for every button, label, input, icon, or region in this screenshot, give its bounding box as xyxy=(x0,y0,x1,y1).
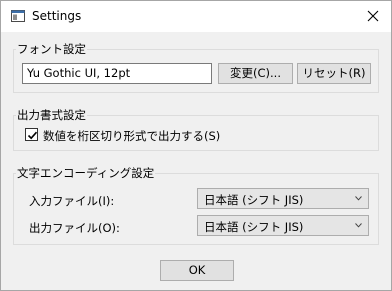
thousands-separator-checkbox[interactable] xyxy=(25,128,38,141)
ok-button[interactable]: OK xyxy=(160,260,234,281)
chevron-down-icon xyxy=(355,196,362,201)
close-button[interactable] xyxy=(355,1,391,31)
check-icon xyxy=(27,131,38,140)
title-bar: Settings xyxy=(1,1,391,32)
output-format-legend: 出力書式設定 xyxy=(16,107,87,123)
thousands-separator-label[interactable]: 数値を桁区切り形式で出力する(S) xyxy=(43,128,220,144)
settings-dialog: Settings フォント設定 Yu Gothic UI, 12pt 変更(C)… xyxy=(0,0,392,291)
input-file-label: 入力ファイル(I): xyxy=(29,194,115,208)
output-encoding-value: 日本語 (シフト JIS) xyxy=(204,220,304,234)
input-encoding-value: 日本語 (シフト JIS) xyxy=(204,193,304,207)
output-encoding-select[interactable]: 日本語 (シフト JIS) xyxy=(197,215,369,236)
encoding-settings-legend: 文字エンコーディング設定 xyxy=(16,165,156,181)
chevron-down-icon xyxy=(355,223,362,228)
window-title: Settings xyxy=(32,9,82,23)
change-font-button[interactable]: 変更(C)... xyxy=(218,63,293,84)
output-file-label: 出力ファイル(O): xyxy=(29,221,120,235)
font-settings-legend: フォント設定 xyxy=(16,41,87,57)
font-display-field[interactable]: Yu Gothic UI, 12pt xyxy=(22,63,212,84)
close-icon xyxy=(367,10,379,22)
reset-font-button[interactable]: リセット(R) xyxy=(297,63,371,84)
input-encoding-select[interactable]: 日本語 (シフト JIS) xyxy=(197,188,369,209)
window-app-icon xyxy=(11,10,25,22)
